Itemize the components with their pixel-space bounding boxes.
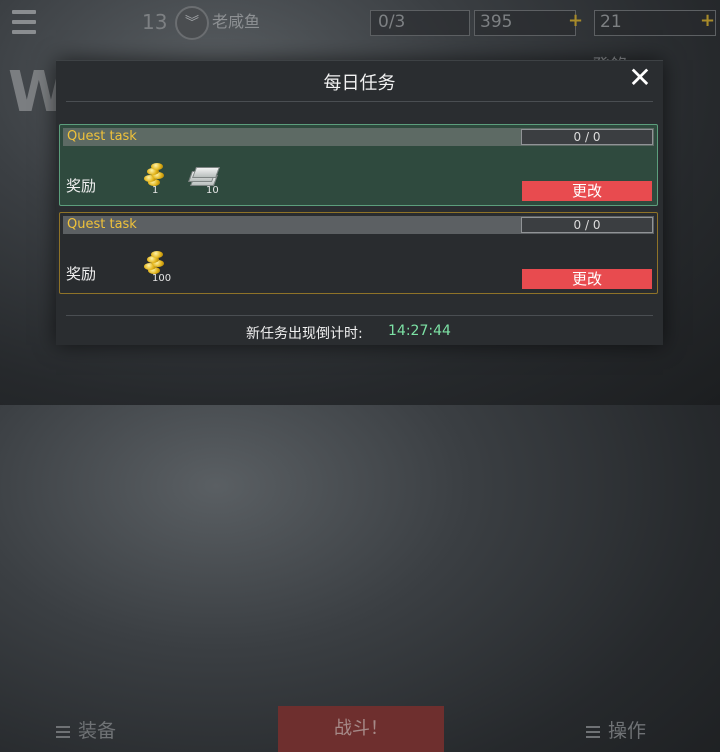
reward-quantity: 10 xyxy=(206,185,219,196)
player-name: 老咸鱼 xyxy=(212,12,261,31)
list-icon xyxy=(586,725,600,738)
reward-quantity: 100 xyxy=(152,273,172,284)
quest-card-1: Quest task 0 / 0 奖励 1 10 更改 xyxy=(59,124,658,206)
equip-button[interactable]: 装备 xyxy=(56,716,116,743)
rank-chevron-icon: ︾ xyxy=(175,6,209,40)
divider xyxy=(66,101,653,102)
reward-quantity: 1 xyxy=(152,185,159,196)
quest-progress: 0 / 0 xyxy=(521,129,653,145)
quest-progress: 0 / 0 xyxy=(521,217,653,233)
quest-name: Quest task xyxy=(67,129,137,144)
quest-card-2: Quest task 0 / 0 奖励 100 更改 xyxy=(59,212,658,294)
dialog-title: 每日任务 xyxy=(323,73,396,94)
bottom-hud: 装备 战斗！ 操作 xyxy=(0,350,720,752)
cash-resource-2-value: 21 xyxy=(600,12,622,32)
menu-icon[interactable] xyxy=(8,8,40,38)
divider xyxy=(66,315,653,316)
top-hud: 13 ︾ 老咸鱼 0/3 395 + 21 + xyxy=(0,0,720,50)
reward-label: 奖励 xyxy=(66,265,97,283)
daily-quest-dialog: 每日任务 ✕ Quest task 0 / 0 奖励 1 10 更改 Quest… xyxy=(56,60,663,345)
timer-label: 新任务出现倒计时: xyxy=(246,326,363,342)
reward-gold: 1 xyxy=(138,163,178,199)
quest-header: Quest task 0 / 0 xyxy=(63,128,654,146)
quest-header: Quest task 0 / 0 xyxy=(63,216,654,234)
countdown-timer: 14:27:44 xyxy=(388,323,451,339)
change-quest-button[interactable]: 更改 xyxy=(522,181,652,201)
cash-stack-icon xyxy=(187,167,221,186)
close-icon[interactable]: ✕ xyxy=(625,63,655,93)
quest-name: Quest task xyxy=(67,217,137,232)
list-icon xyxy=(56,725,70,738)
gold-plus-icon[interactable]: + xyxy=(568,10,583,31)
gold-resource-value: 395 xyxy=(480,12,513,32)
player-level: 13 xyxy=(142,10,168,34)
operate-label: 操作 xyxy=(608,720,647,742)
reward-label: 奖励 xyxy=(66,177,97,195)
cash-plus-icon[interactable]: + xyxy=(700,10,715,31)
equip-label: 装备 xyxy=(78,720,117,742)
reward-cash: 10 xyxy=(184,163,224,199)
change-quest-button[interactable]: 更改 xyxy=(522,269,652,289)
reward-gold: 100 xyxy=(138,251,178,287)
operate-button[interactable]: 操作 xyxy=(586,716,646,743)
fight-button[interactable]: 战斗！ xyxy=(278,706,444,752)
cash-resource-value: 0/3 xyxy=(378,12,406,32)
